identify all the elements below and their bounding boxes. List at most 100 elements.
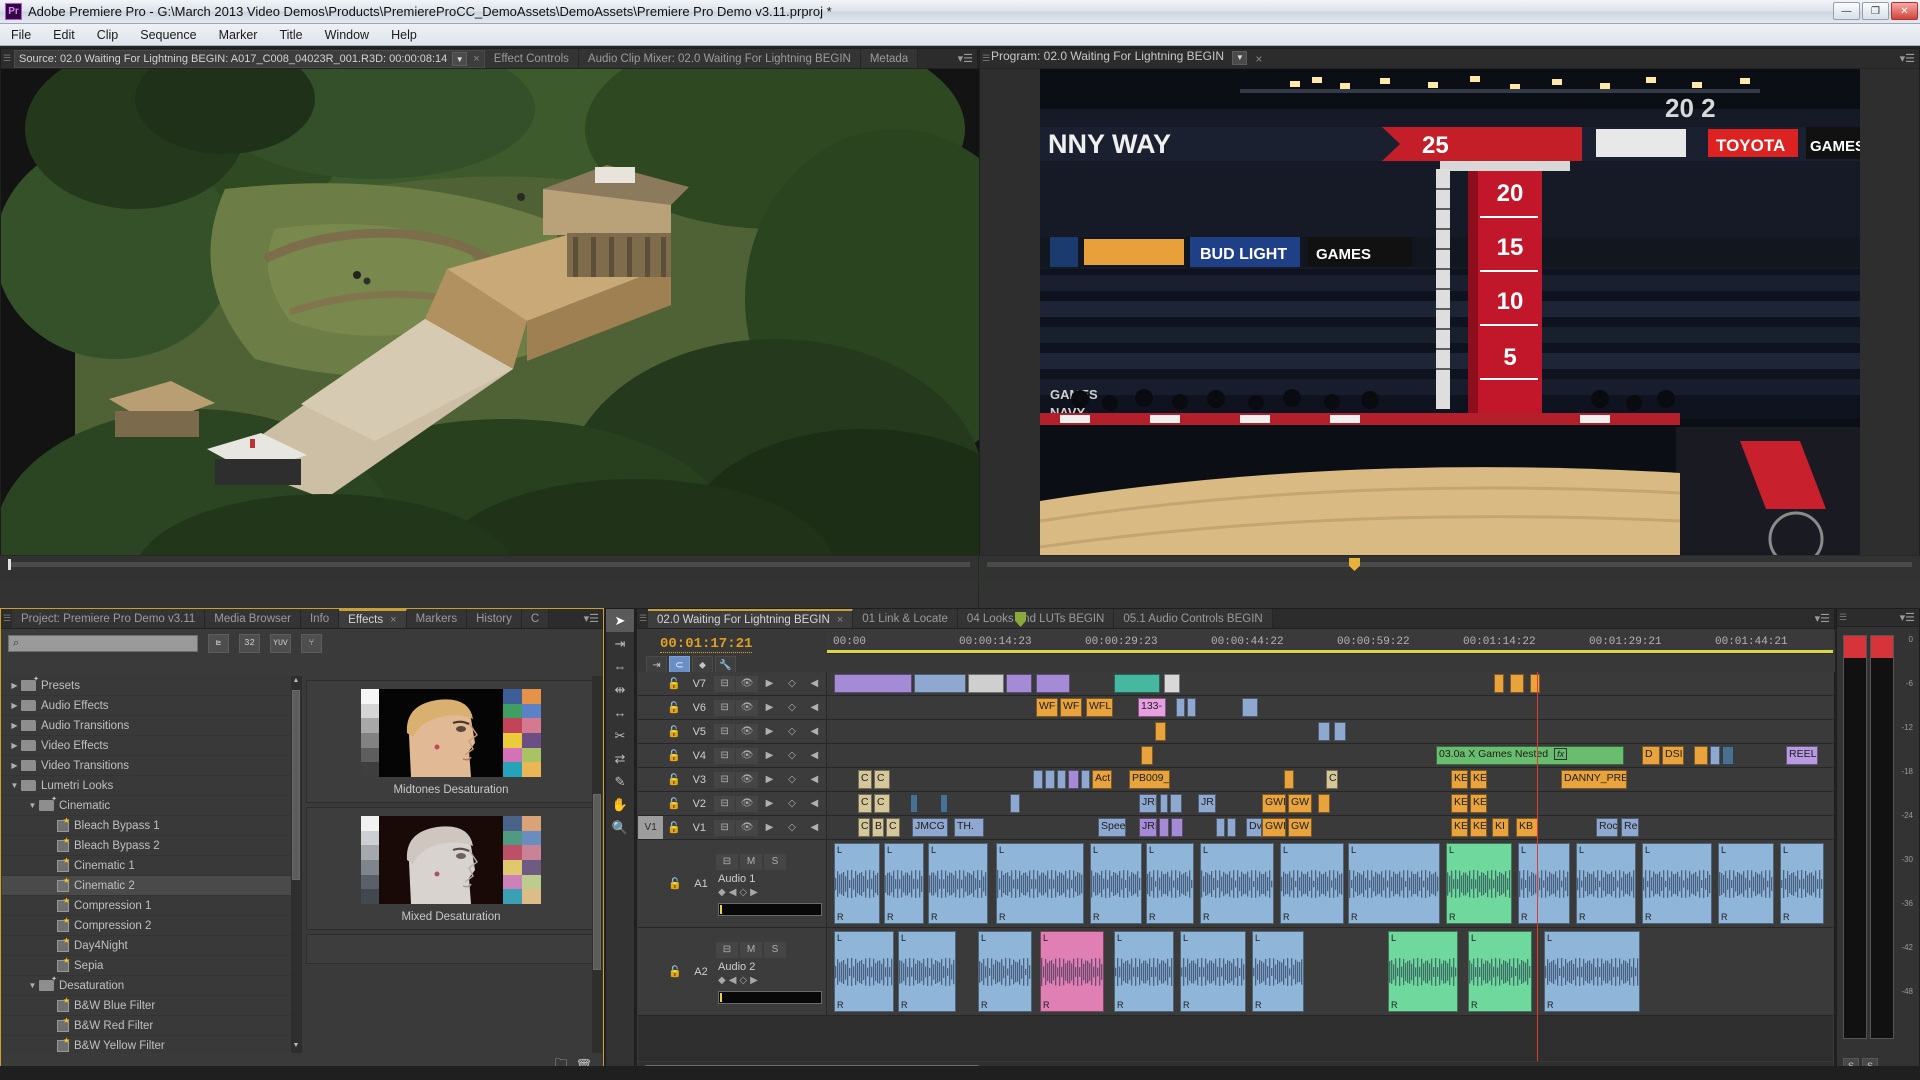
close-icon[interactable]: × [390,614,396,626]
timeline-track-V5[interactable]: 🔓V5⊟👁▶◇◀ [638,720,1833,744]
sync-lock-icon[interactable]: ⊟ [714,700,735,716]
timeline-audio-clip[interactable]: LR [1468,931,1532,1012]
timeline-clip[interactable] [1159,818,1169,837]
timeline-clip[interactable] [1114,674,1160,693]
tab-metadata[interactable]: Metada [861,49,918,68]
effects-tree-item[interactable]: Bleach Bypass 2 [2,836,301,856]
panel-grip-icon[interactable]: ☰ [1,49,12,68]
keyframe-prev-icon[interactable]: ◀ [729,887,737,898]
timeline-audio-clip[interactable]: LR [1348,843,1440,924]
timeline-clip[interactable] [1006,674,1032,693]
track-select-tool[interactable]: ⇥ [606,632,634,655]
tab-history[interactable]: History [467,609,522,628]
effects-tree-item[interactable]: ▶Video Transitions [2,756,301,776]
yuv-icon[interactable]: YUV [270,634,291,653]
preview-scrollbar[interactable] [592,676,602,1053]
timeline-clip[interactable]: JR [1198,794,1216,813]
timeline-clip[interactable]: C [886,818,900,837]
track-header-V6[interactable]: 🔓V6⊟👁▶◇◀ [638,696,827,719]
program-video-image[interactable]: NNY WAY 25 TOYOTA GAMES 20 2 BUD LIGHT G… [1040,69,1860,569]
keyframe-icon[interactable]: ◇ [781,748,802,764]
timeline-clip[interactable]: 03.0a X Games Nestedfx [1436,746,1624,765]
effects-tree-item[interactable]: ▼Lumetri Looks [2,776,301,796]
chevron-down-icon[interactable]: ▼ [452,52,467,66]
source-track-indicator-V1[interactable]: V1 [638,816,663,839]
source-video-image[interactable] [1,69,979,589]
maximize-button[interactable]: ❐ [1862,2,1889,20]
tab-source-clip[interactable]: Source: 02.0 Waiting For Lightning BEGIN… [14,50,485,68]
timeline-clip[interactable]: KE [1470,770,1487,789]
timeline-clip[interactable] [940,794,948,813]
timeline-clip[interactable] [1170,794,1182,813]
solo-button[interactable]: S [764,942,786,958]
effects-tree-item[interactable]: ▶Audio Transitions [2,716,301,736]
timeline-clip[interactable] [910,794,918,813]
ycbcr-icon[interactable]: ⑂ [301,634,322,653]
menu-item-edit[interactable]: Edit [42,26,86,44]
eye-icon[interactable]: 👁 [736,724,757,740]
lock-icon[interactable]: 🔓 [663,725,684,738]
eye-icon[interactable]: 👁 [736,676,757,692]
timeline-clip[interactable] [1694,746,1708,765]
keyframe-add-icon[interactable]: ◆ [718,887,726,898]
timeline-clip[interactable]: KE [1470,818,1487,837]
effects-tree-item[interactable]: Compression 1 [2,896,301,916]
minimize-button[interactable]: — [1833,2,1860,20]
timeline-clip[interactable]: GWI [1262,794,1286,813]
timeline-clip[interactable] [1045,770,1055,789]
timeline-audio-clip[interactable]: LR [1200,843,1274,924]
scroll-up-icon[interactable]: ▲ [292,677,300,687]
sync-lock-icon[interactable]: ⊟ [714,820,735,836]
timeline-clip[interactable]: PB009_ [1129,770,1170,789]
source-track-indicator-A1[interactable] [638,840,664,927]
timeline-track-V3[interactable]: 🔓V3⊟👁▶◇◀CCActPB009_CKEKEDANNY_PRE- [638,768,1833,792]
effects-tree-item[interactable]: Day4Night [2,936,301,956]
lock-icon[interactable]: 🔓 [663,749,684,762]
timeline-audio-clip[interactable]: LR [1388,931,1458,1012]
panel-grip-icon[interactable]: ☰ [1,609,12,628]
eye-icon[interactable]: 👁 [736,796,757,812]
timeline-audio-clip[interactable]: LR [1114,931,1174,1012]
timeline-clip[interactable] [1510,674,1524,693]
chevron-down-icon[interactable]: ▼ [26,981,39,990]
tab-info[interactable]: Info [301,609,339,628]
lock-icon[interactable]: 🔓 [663,821,684,834]
program-panel-menu-icon[interactable]: ▾☰ [1900,52,1915,65]
keyframe-prev-icon[interactable]: ▶ [759,772,780,788]
slip-tool[interactable]: ⇄ [606,747,634,770]
source-track-indicator-V5[interactable] [638,720,663,743]
timeline-clip[interactable]: C [874,770,890,789]
chevron-right-icon[interactable]: ▶ [8,721,21,730]
effects-tree-item[interactable]: B&W Blue Filter [2,996,301,1016]
timeline-track-A1[interactable]: 🔓A1⊟MSAudio 1◆◀◇▶LRLRLRLRLRLRLRLRLRLRLRL… [638,840,1833,928]
scroll-down-icon[interactable]: ▼ [292,1042,300,1052]
timeline-clip[interactable]: JRI [1139,818,1157,837]
timeline-track-V4[interactable]: 🔓V4⊟👁▶◇◀03.0a X Games NestedfxDDSIREEL [638,744,1833,768]
timeline-audio-clip[interactable]: LR [1518,843,1570,924]
source-track-indicator-V2[interactable] [638,792,663,815]
tab-sequence-audio-controls[interactable]: 05.1 Audio Controls BEGIN [1114,609,1272,628]
timeline-clip[interactable]: GWI [1262,818,1286,837]
clip-zone-A1[interactable]: LRLRLRLRLRLRLRLRLRLRLRLRLRLRLR [828,840,1833,927]
tab-project[interactable]: Project: Premiere Pro Demo v3.11 [12,609,205,628]
timeline-clip[interactable]: DSI [1662,746,1684,765]
keyframe-prev-icon[interactable]: ◀ [729,975,737,986]
timeline-clip[interactable] [1318,722,1330,741]
timeline-clip[interactable]: 133- [1138,698,1166,717]
chevron-right-icon[interactable]: ▶ [8,761,21,770]
timeline-audio-clip[interactable]: LR [1180,931,1246,1012]
timeline-clip[interactable] [1036,674,1070,693]
rate-stretch-tool[interactable]: ↔ [606,701,634,724]
timeline-panel-menu-icon[interactable]: ▾☰ [1815,612,1830,625]
eye-icon[interactable]: 👁 [736,748,757,764]
menu-item-title[interactable]: Title [268,26,313,44]
timeline-clip[interactable]: GW [1288,794,1312,813]
timeline-audio-clip[interactable]: LR [1280,843,1344,924]
timeline-clip[interactable]: C [858,770,872,789]
lock-icon[interactable]: 🔓 [664,877,686,890]
source-track-indicator-V6[interactable] [638,696,663,719]
effects-tree-item[interactable]: Cinematic 1 [2,856,301,876]
effects-tree-item[interactable]: ▶Presets [2,676,301,696]
timeline-clip[interactable] [1068,770,1079,789]
tab-effects[interactable]: Effects × [339,609,406,628]
